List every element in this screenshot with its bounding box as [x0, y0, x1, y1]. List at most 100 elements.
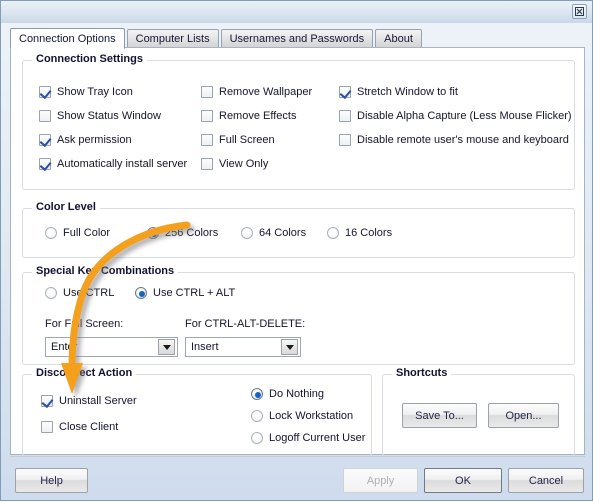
select-value: Enter	[51, 341, 78, 353]
footer-divider	[10, 456, 585, 457]
checkbox-box	[339, 134, 351, 146]
checkbox-remove-wallpaper[interactable]: Remove Wallpaper	[201, 86, 312, 98]
radio-full-color[interactable]: Full Color	[45, 227, 110, 239]
radio-circle	[147, 227, 159, 239]
radio-16-colors[interactable]: 16 Colors	[327, 227, 392, 239]
radio-256-colors[interactable]: 256 Colors	[147, 227, 218, 239]
button-label: Cancel	[528, 474, 564, 487]
disconnect-action-group: Disconnect Action Uninstall Server Close…	[22, 367, 372, 456]
tab-label: About	[384, 33, 413, 45]
checkbox-view-only[interactable]: View Only	[201, 158, 268, 170]
checkbox-disable-remote-user-input[interactable]: Disable remote user's mouse and keyboard	[339, 134, 569, 146]
radio-use-ctrl[interactable]: Use CTRL	[45, 287, 114, 299]
help-button[interactable]: Help	[15, 468, 88, 493]
radio-circle	[327, 227, 339, 239]
radio-lock-workstation[interactable]: Lock Workstation	[251, 410, 353, 422]
color-level-group: Color Level Full Color 256 Colors 64 Col…	[22, 201, 575, 258]
radio-circle	[241, 227, 253, 239]
checkbox-label: Uninstall Server	[59, 395, 137, 407]
radio-logoff-current-user[interactable]: Logoff Current User	[251, 432, 365, 444]
checkbox-ask-permission[interactable]: Ask permission	[39, 134, 132, 146]
connection-settings-legend: Connection Settings	[32, 53, 147, 65]
radio-label: Use CTRL	[63, 287, 115, 299]
shortcuts-group: Shortcuts Save To... Open...	[382, 367, 575, 456]
checkbox-close-client[interactable]: Close Client	[41, 421, 118, 433]
checkbox-disable-alpha-capture[interactable]: Disable Alpha Capture (Less Mouse Flicke…	[339, 110, 572, 122]
tab-connection-options[interactable]: Connection Options	[10, 28, 125, 49]
checkbox-label: Stretch Window to fit	[357, 86, 458, 98]
tab-computer-lists[interactable]: Computer Lists	[126, 29, 219, 48]
radio-circle	[251, 388, 263, 400]
checkbox-show-tray-icon[interactable]: Show Tray Icon	[39, 86, 133, 98]
apply-button: Apply	[343, 468, 418, 493]
ctrl-alt-delete-key-select[interactable]: Insert	[185, 337, 301, 357]
radio-label: Logoff Current User	[269, 432, 366, 444]
radio-circle	[251, 432, 263, 444]
checkbox-label: Remove Wallpaper	[219, 86, 313, 98]
button-label: Help	[40, 474, 63, 487]
shortcuts-legend: Shortcuts	[392, 367, 452, 379]
checkbox-label: Full Screen	[219, 134, 275, 146]
radio-label: Use CTRL + ALT	[153, 287, 236, 299]
radio-use-ctrl-alt[interactable]: Use CTRL + ALT	[135, 287, 235, 299]
checkbox-label: Disable Alpha Capture (Less Mouse Flicke…	[357, 110, 572, 122]
checkbox-show-status-window[interactable]: Show Status Window	[39, 110, 161, 122]
full-screen-key-label: For Full Screen:	[45, 318, 124, 330]
special-key-combinations-group: Special Key Combinations Use CTRL Use CT…	[22, 265, 575, 365]
disconnect-action-legend: Disconnect Action	[32, 367, 137, 379]
connection-options-panel: Connection Settings Show Tray Icon Show …	[10, 47, 585, 456]
checkbox-full-screen[interactable]: Full Screen	[201, 134, 275, 146]
tab-label: Computer Lists	[135, 33, 210, 45]
radio-label: Full Color	[63, 227, 111, 239]
save-to-button[interactable]: Save To...	[402, 403, 477, 428]
title-bar	[1, 1, 592, 23]
checkbox-box	[39, 158, 51, 170]
cancel-button[interactable]: Cancel	[508, 468, 584, 493]
checkbox-box	[41, 395, 53, 407]
button-label: Save To...	[415, 409, 464, 422]
checkbox-label: Disable remote user's mouse and keyboard	[357, 134, 569, 146]
tab-about[interactable]: About	[375, 29, 422, 48]
tab-strip: Connection Options Computer Lists Userna…	[10, 27, 424, 49]
checkbox-label: Ask permission	[57, 134, 132, 146]
tab-label: Usernames and Passwords	[229, 33, 365, 45]
connection-settings-group: Connection Settings Show Tray Icon Show …	[22, 53, 575, 190]
radio-label: Do Nothing	[269, 388, 325, 400]
radio-label: 256 Colors	[165, 227, 219, 239]
checkbox-box	[39, 134, 51, 146]
checkbox-box	[39, 110, 51, 122]
button-label: OK	[455, 474, 471, 487]
radio-label: 64 Colors	[259, 227, 307, 239]
color-level-legend: Color Level	[32, 201, 100, 213]
checkbox-box	[201, 158, 213, 170]
checkbox-label: Show Status Window	[57, 110, 161, 122]
chevron-down-icon[interactable]	[158, 339, 175, 355]
checkbox-stretch-window-to-fit[interactable]: Stretch Window to fit	[339, 86, 458, 98]
checkbox-label: Close Client	[59, 421, 119, 433]
checkbox-box	[201, 134, 213, 146]
checkbox-remove-effects[interactable]: Remove Effects	[201, 110, 296, 122]
open-button[interactable]: Open...	[488, 403, 559, 428]
tab-usernames-and-passwords[interactable]: Usernames and Passwords	[220, 29, 374, 48]
tab-label: Connection Options	[19, 32, 116, 45]
checkbox-box	[201, 86, 213, 98]
button-label: Open...	[505, 409, 542, 422]
special-keys-legend: Special Key Combinations	[32, 265, 179, 277]
ok-button[interactable]: OK	[424, 468, 502, 493]
radio-64-colors[interactable]: 64 Colors	[241, 227, 306, 239]
checkbox-label: View Only	[219, 158, 269, 170]
radio-circle	[135, 287, 147, 299]
select-value: Insert	[191, 341, 219, 353]
button-label: Apply	[366, 474, 395, 487]
radio-label: Lock Workstation	[269, 410, 354, 422]
chevron-down-icon[interactable]	[281, 339, 298, 355]
ctrl-alt-delete-key-label: For CTRL-ALT-DELETE:	[185, 318, 306, 330]
checkbox-box	[339, 110, 351, 122]
checkbox-uninstall-server[interactable]: Uninstall Server	[41, 395, 137, 407]
checkbox-box	[41, 421, 53, 433]
close-icon[interactable]	[572, 4, 587, 19]
full-screen-key-select[interactable]: Enter	[45, 337, 178, 357]
radio-do-nothing[interactable]: Do Nothing	[251, 388, 324, 400]
checkbox-automatically-install-server[interactable]: Automatically install server	[39, 158, 187, 170]
checkbox-label: Automatically install server	[57, 158, 188, 170]
